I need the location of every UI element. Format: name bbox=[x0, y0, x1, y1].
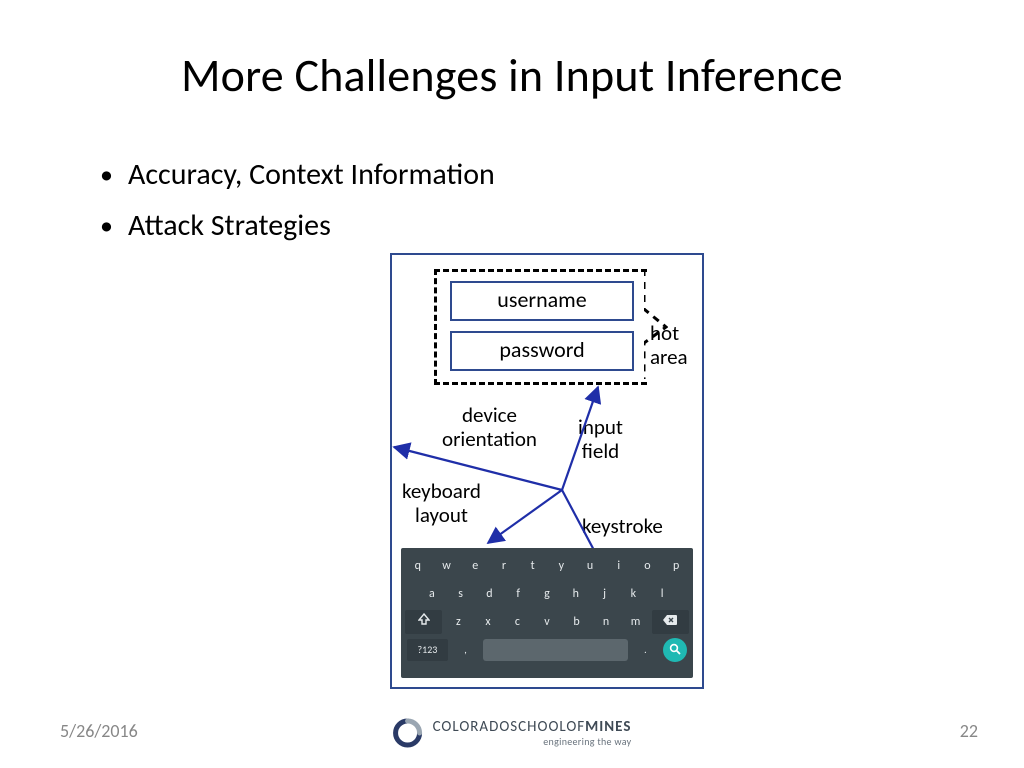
key: v bbox=[534, 610, 561, 634]
label-line: hot bbox=[650, 320, 679, 346]
shift-icon bbox=[418, 610, 430, 634]
keyboard-row: a s d f g h j k l bbox=[401, 582, 693, 606]
diagram-phone-frame: username password hot area device orient… bbox=[390, 253, 704, 689]
bullet-text: Attack Strategies bbox=[128, 207, 331, 244]
label-line: input bbox=[578, 414, 623, 440]
label-keystroke: keystroke bbox=[582, 514, 663, 538]
search-key bbox=[663, 638, 687, 662]
key: n bbox=[593, 610, 620, 634]
key: s bbox=[448, 582, 474, 606]
label-device-orientation: device orientation bbox=[442, 403, 537, 451]
keyboard-mock: q w e r t y u i o p a s d f g h j k l bbox=[401, 548, 693, 678]
org-name-part: SCHOOLOF bbox=[510, 718, 585, 736]
bullet-item: • Attack Strategies bbox=[100, 207, 495, 244]
org-name-part: MINES bbox=[585, 718, 631, 736]
key: q bbox=[405, 554, 431, 578]
bullet-list: • Accuracy, Context Information • Attack… bbox=[100, 156, 495, 258]
key: r bbox=[491, 554, 517, 578]
search-icon bbox=[669, 641, 681, 660]
key: x bbox=[475, 610, 502, 634]
symbols-key: ?123 bbox=[407, 639, 448, 661]
backspace-icon bbox=[663, 610, 677, 634]
footer-logo-text: COLORADOSCHOOLOFMINES engineering the wa… bbox=[433, 720, 632, 747]
label-keyboard-layout: keyboard layout bbox=[402, 479, 481, 527]
shift-key bbox=[405, 610, 442, 634]
label-hot-area: hot area bbox=[650, 321, 688, 369]
mines-logo-icon bbox=[393, 718, 423, 748]
key: d bbox=[477, 582, 503, 606]
username-field: username bbox=[450, 281, 634, 321]
bullet-dot-icon: • bbox=[100, 207, 128, 243]
key: m bbox=[622, 610, 649, 634]
footer-page-number: 22 bbox=[960, 720, 978, 742]
password-field: password bbox=[450, 331, 634, 371]
backspace-key bbox=[652, 610, 689, 634]
key: h bbox=[563, 582, 589, 606]
bullet-text: Accuracy, Context Information bbox=[128, 156, 495, 193]
footer-date: 5/26/2016 bbox=[60, 720, 138, 742]
org-name-part: COLORADO bbox=[433, 718, 511, 736]
org-tagline: engineering the way bbox=[433, 737, 632, 747]
keyboard-row: ?123 , . bbox=[401, 638, 693, 662]
label-input-field: input field bbox=[578, 415, 623, 463]
key: k bbox=[620, 582, 646, 606]
key: a bbox=[419, 582, 445, 606]
label-line: area bbox=[650, 344, 688, 370]
spacebar-key bbox=[483, 639, 628, 661]
key: t bbox=[520, 554, 546, 578]
bullet-dot-icon: • bbox=[100, 156, 128, 192]
keyboard-row: q w e r t y u i o p bbox=[401, 554, 693, 578]
slide-title: More Challenges in Input Inference bbox=[0, 48, 1024, 104]
key: w bbox=[434, 554, 460, 578]
period-key: . bbox=[633, 639, 658, 661]
keyboard-row: z x c v b n m bbox=[401, 610, 693, 634]
key: y bbox=[549, 554, 575, 578]
label-line: layout bbox=[415, 502, 468, 528]
key: f bbox=[505, 582, 531, 606]
key: u bbox=[577, 554, 603, 578]
label-line: keyboard bbox=[402, 478, 481, 504]
comma-key: , bbox=[453, 639, 478, 661]
key: e bbox=[462, 554, 488, 578]
key: i bbox=[606, 554, 632, 578]
label-line: field bbox=[582, 438, 619, 464]
key: o bbox=[635, 554, 661, 578]
bullet-item: • Accuracy, Context Information bbox=[100, 156, 495, 193]
key: j bbox=[592, 582, 618, 606]
key: g bbox=[534, 582, 560, 606]
key: b bbox=[563, 610, 590, 634]
key: p bbox=[663, 554, 689, 578]
key: l bbox=[649, 582, 675, 606]
label-line: device bbox=[462, 402, 517, 428]
key: z bbox=[445, 610, 472, 634]
key: c bbox=[504, 610, 531, 634]
footer-logo: COLORADOSCHOOLOFMINES engineering the wa… bbox=[393, 718, 632, 748]
label-line: orientation bbox=[442, 426, 537, 452]
